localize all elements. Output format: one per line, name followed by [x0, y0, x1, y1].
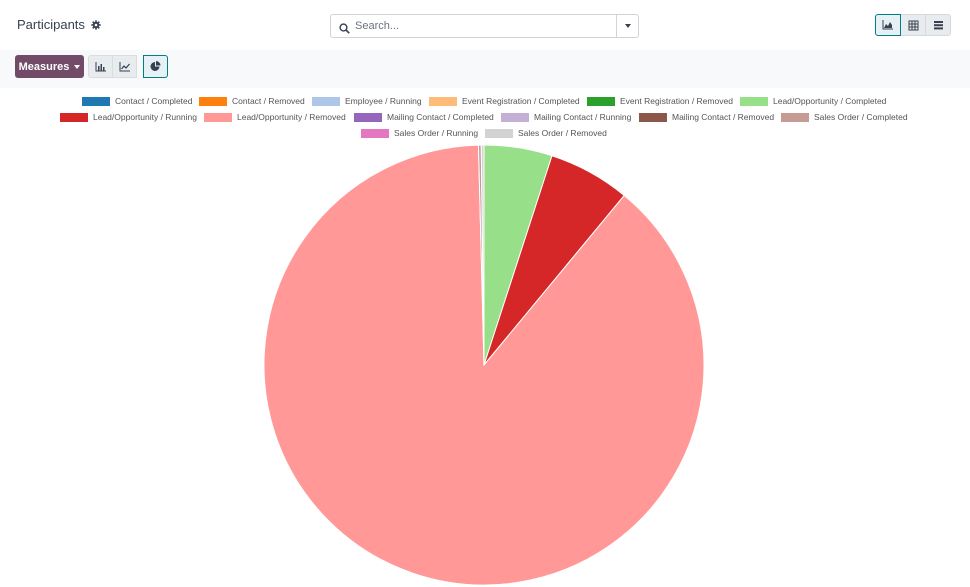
graph-view-button[interactable]: [875, 14, 901, 36]
pie-chart-button[interactable]: [143, 55, 168, 78]
pie-chart: [263, 144, 705, 586]
area-chart-icon: [882, 20, 893, 30]
pie-chart-icon: [150, 61, 161, 71]
